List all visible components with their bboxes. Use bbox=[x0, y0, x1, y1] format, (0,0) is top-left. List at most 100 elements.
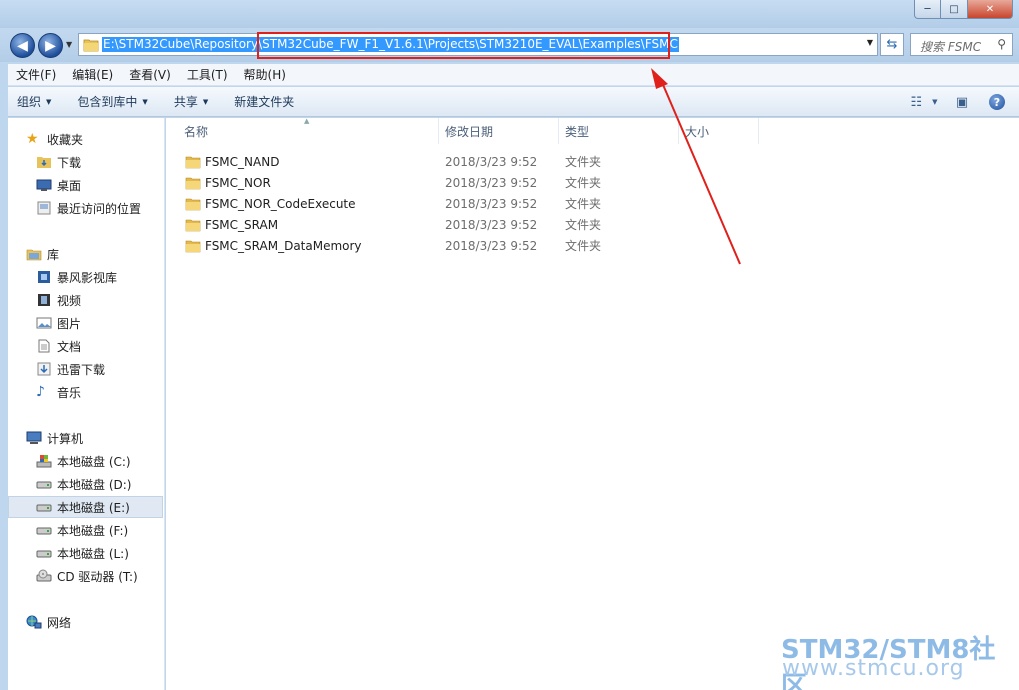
column-header-type-label: 类型 bbox=[565, 124, 590, 139]
share-button[interactable]: 共享 ▼ bbox=[165, 93, 217, 110]
search-input[interactable]: 搜索 FSMC bbox=[920, 38, 981, 55]
forward-button[interactable]: ▶ bbox=[38, 33, 63, 58]
nav-computer[interactable]: 计算机 bbox=[8, 427, 163, 449]
nav-item-label: 最近访问的位置 bbox=[57, 201, 142, 216]
table-row[interactable]: FSMC_SRAM_DataMemory 2018/3/23 9:52 文件夹 bbox=[178, 235, 618, 256]
window-controls: ─ □ ✕ bbox=[914, 0, 1013, 19]
folder-icon bbox=[83, 39, 99, 52]
table-row[interactable]: FSMC_NOR_CodeExecute 2018/3/23 9:52 文件夹 bbox=[178, 193, 618, 214]
file-date: 2018/3/23 9:52 bbox=[445, 196, 538, 211]
organize-button[interactable]: 组织 ▼ bbox=[8, 93, 60, 110]
menu-view[interactable]: 查看(V) bbox=[121, 66, 179, 83]
file-date: 2018/3/23 9:52 bbox=[445, 238, 538, 253]
file-name: FSMC_NOR bbox=[205, 175, 271, 190]
column-header-name[interactable]: 名称 ▲ bbox=[166, 117, 439, 144]
table-row[interactable]: FSMC_SRAM 2018/3/23 9:52 文件夹 bbox=[178, 214, 618, 235]
refresh-button[interactable]: ⇆ bbox=[880, 33, 904, 56]
table-row[interactable]: FSMC_NAND 2018/3/23 9:52 文件夹 bbox=[178, 151, 618, 172]
desktop-icon bbox=[36, 179, 52, 191]
nav-item-cd-drive[interactable]: CD 驱动器 (T:) bbox=[8, 565, 163, 587]
downloads-folder-icon bbox=[37, 157, 51, 168]
nav-item-pictures[interactable]: 图片 bbox=[8, 312, 163, 334]
hard-drive-icon bbox=[36, 481, 52, 489]
file-name: FSMC_NAND bbox=[205, 154, 280, 169]
file-list: 名称 ▲ 修改日期 类型 大小 FSMC_NAND 2018/3/23 9:52… bbox=[166, 117, 1019, 690]
nav-item-downloads[interactable]: 下载 bbox=[8, 151, 163, 173]
document-icon bbox=[38, 339, 50, 353]
folder-icon bbox=[185, 198, 201, 211]
view-options-button[interactable]: ☷ ▼ bbox=[910, 92, 937, 112]
nav-item-label: 迅雷下载 bbox=[57, 362, 106, 377]
nav-item-label: 音乐 bbox=[57, 385, 82, 400]
file-type: 文件夹 bbox=[565, 155, 602, 169]
nav-libraries[interactable]: 库 bbox=[8, 243, 163, 265]
nav-item-drive-e[interactable]: 本地磁盘 (E:) bbox=[8, 496, 163, 518]
music-icon: ♪ bbox=[36, 384, 45, 400]
recent-pages-dropdown-icon[interactable]: ▼ bbox=[66, 40, 72, 49]
maximize-button[interactable]: □ bbox=[941, 0, 968, 19]
menu-edit[interactable]: 编辑(E) bbox=[64, 66, 121, 83]
minimize-button[interactable]: ─ bbox=[914, 0, 941, 19]
nav-item-label: 下载 bbox=[57, 155, 82, 170]
file-date: 2018/3/23 9:52 bbox=[445, 175, 538, 190]
menu-file[interactable]: 文件(F) bbox=[8, 66, 64, 83]
nav-network[interactable]: 网络 bbox=[8, 611, 163, 633]
include-in-library-button[interactable]: 包含到库中 ▼ bbox=[68, 93, 156, 110]
navigation-pane: ★ 收藏夹 下载 桌面 最近访问的位置 库 暴风影视库 视频 图片 文档 迅雷下… bbox=[8, 118, 165, 690]
folder-icon bbox=[185, 219, 201, 232]
nav-item-drive-l[interactable]: 本地磁盘 (L:) bbox=[8, 542, 163, 564]
file-date: 2018/3/23 9:52 bbox=[445, 154, 538, 169]
menu-help[interactable]: 帮助(H) bbox=[236, 66, 294, 83]
nav-computer-label: 计算机 bbox=[47, 431, 84, 446]
preview-pane-button[interactable]: ▣ bbox=[951, 92, 973, 112]
help-button[interactable]: ? bbox=[989, 94, 1005, 110]
new-folder-button[interactable]: 新建文件夹 bbox=[225, 93, 303, 110]
column-header-date[interactable]: 修改日期 bbox=[439, 118, 559, 144]
column-header-size-label: 大小 bbox=[685, 124, 710, 139]
nav-item-label: 图片 bbox=[57, 316, 82, 331]
preview-pane-icon: ▣ bbox=[955, 94, 969, 110]
file-name: FSMC_NOR_CodeExecute bbox=[205, 196, 356, 211]
refresh-icon: ⇆ bbox=[886, 37, 898, 52]
nav-item-desktop[interactable]: 桌面 bbox=[8, 174, 163, 196]
table-row[interactable]: FSMC_NOR 2018/3/23 9:52 文件夹 bbox=[178, 172, 618, 193]
menu-bar: 文件(F) 编辑(E) 查看(V) 工具(T) 帮助(H) bbox=[8, 64, 1019, 86]
hard-drive-icon bbox=[36, 504, 52, 512]
column-header-name-label: 名称 bbox=[184, 124, 209, 139]
help-icon: ? bbox=[993, 95, 1001, 109]
back-button[interactable]: ◀ bbox=[10, 33, 35, 58]
file-name: FSMC_SRAM_DataMemory bbox=[205, 238, 362, 253]
column-header-size[interactable]: 大小 bbox=[679, 118, 759, 144]
file-type: 文件夹 bbox=[565, 218, 602, 232]
chevron-down-icon: ▼ bbox=[46, 97, 52, 106]
hard-drive-icon bbox=[36, 550, 52, 558]
file-date: 2018/3/23 9:52 bbox=[445, 217, 538, 232]
file-name: FSMC_SRAM bbox=[205, 217, 279, 232]
nav-favorites[interactable]: ★ 收藏夹 bbox=[8, 128, 163, 150]
address-dropdown-icon[interactable]: ▼ bbox=[867, 38, 873, 47]
column-header-type[interactable]: 类型 bbox=[559, 118, 679, 144]
search-icon: ⚲ bbox=[997, 37, 1006, 51]
nav-item-recent-places[interactable]: 最近访问的位置 bbox=[8, 197, 163, 219]
menu-tools[interactable]: 工具(T) bbox=[179, 66, 236, 83]
folder-icon bbox=[185, 177, 201, 190]
nav-item-xunlei-downloads[interactable]: 迅雷下载 bbox=[8, 358, 163, 380]
nav-item-label: CD 驱动器 (T:) bbox=[57, 569, 138, 584]
search-box[interactable]: 搜索 FSMC ⚲ bbox=[910, 33, 1013, 56]
nav-item-label: 桌面 bbox=[57, 178, 82, 193]
view-list-icon: ☷ bbox=[910, 94, 923, 110]
close-button[interactable]: ✕ bbox=[968, 0, 1013, 19]
nav-item-drive-f[interactable]: 本地磁盘 (F:) bbox=[8, 519, 163, 541]
nav-item-documents[interactable]: 文档 bbox=[8, 335, 163, 357]
nav-favorites-label: 收藏夹 bbox=[47, 132, 84, 147]
nav-item-baofeng-library[interactable]: 暴风影视库 bbox=[8, 266, 163, 288]
nav-item-label: 暴风影视库 bbox=[57, 270, 118, 285]
nav-item-videos[interactable]: 视频 bbox=[8, 289, 163, 311]
watermark-url: www.stmcu.org bbox=[782, 656, 965, 681]
nav-item-music[interactable]: ♪ 音乐 bbox=[8, 381, 163, 403]
video-icon bbox=[38, 294, 50, 306]
folder-icon bbox=[185, 240, 201, 253]
nav-item-drive-c[interactable]: 本地磁盘 (C:) bbox=[8, 450, 163, 472]
nav-item-drive-d[interactable]: 本地磁盘 (D:) bbox=[8, 473, 163, 495]
column-header-date-label: 修改日期 bbox=[445, 124, 494, 139]
